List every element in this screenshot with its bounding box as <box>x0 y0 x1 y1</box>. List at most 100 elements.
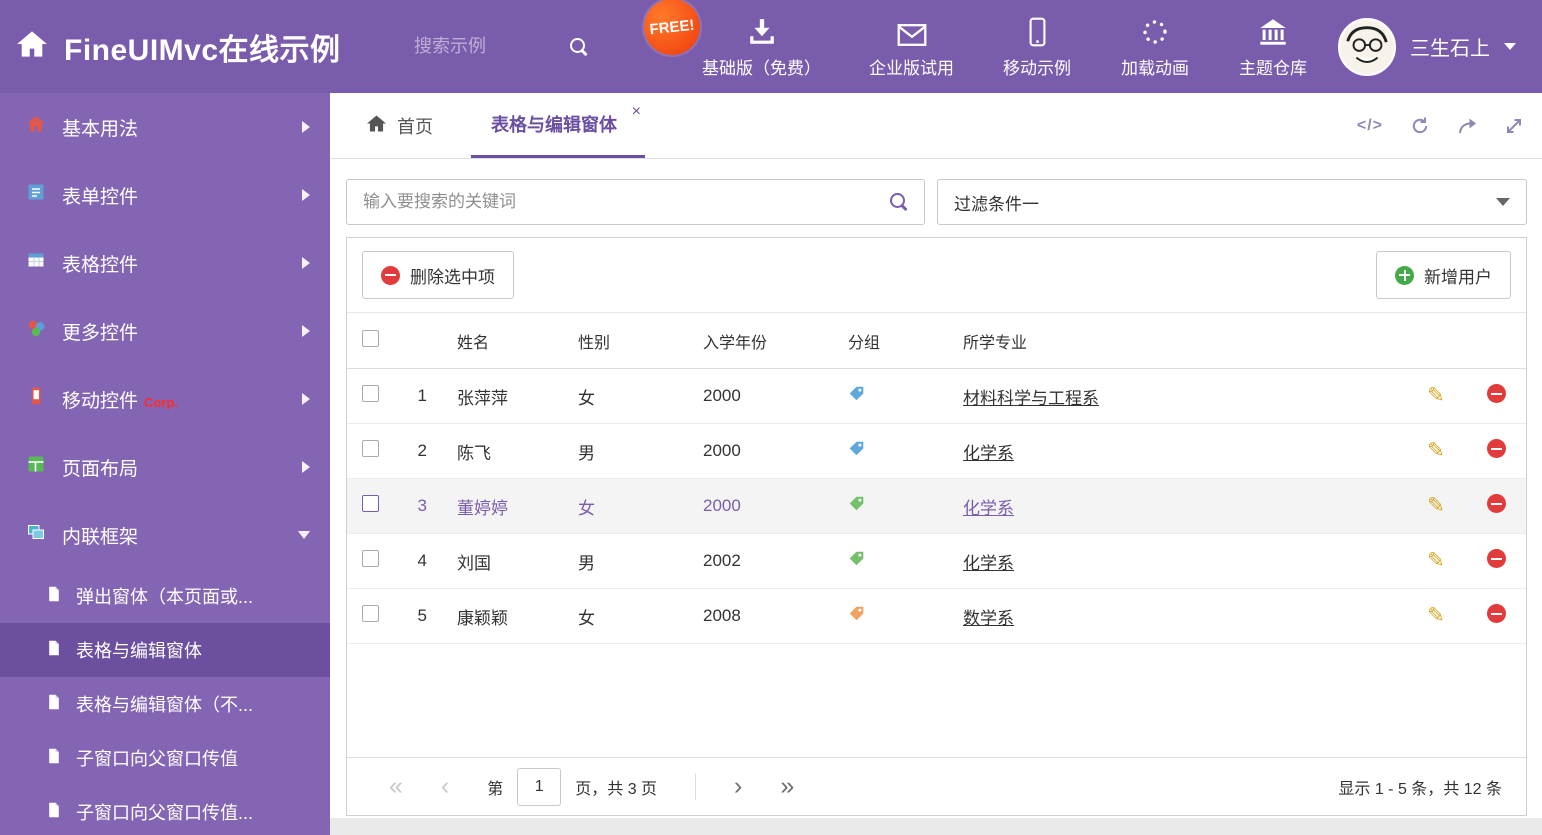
file-icon <box>46 586 62 607</box>
major-link[interactable]: 化学系 <box>963 444 1014 463</box>
sidebar-item-grid-controls[interactable]: 表格控件 <box>0 229 330 297</box>
expand-icon[interactable] <box>1504 116 1524 136</box>
last-page-button[interactable]: » <box>780 774 794 799</box>
filter-dropdown[interactable]: 过滤条件一 <box>937 179 1527 225</box>
menu-mobile-demo[interactable]: 移动示例 <box>1002 15 1072 79</box>
search-icon[interactable] <box>889 192 909 212</box>
close-icon[interactable] <box>632 104 641 120</box>
tab-grid-edit-window[interactable]: 表格与编辑窗体 <box>471 93 645 158</box>
sidebar-item-more-controls[interactable]: 更多控件 <box>0 297 330 365</box>
chevron-right-icon <box>302 121 310 133</box>
avatar[interactable] <box>1338 17 1396 76</box>
menu-label: 企业版试用 <box>869 58 954 78</box>
search-icon[interactable] <box>569 37 589 57</box>
file-icon <box>46 640 62 661</box>
select-all-checkbox[interactable] <box>361 329 379 347</box>
sidebar-item-page-layout[interactable]: 页面布局 <box>0 433 330 501</box>
edit-icon[interactable] <box>1427 384 1445 407</box>
delete-icon[interactable] <box>1486 549 1506 568</box>
row-number: 1 <box>417 386 427 405</box>
delete-icon[interactable] <box>1486 494 1506 513</box>
major-link[interactable]: 化学系 <box>963 554 1014 573</box>
page-number-input[interactable] <box>517 767 562 806</box>
table-row: 4 刘国 男 2002 化学系 <box>347 534 1526 589</box>
brand[interactable]: FineUIMvc在线示例 <box>0 25 414 69</box>
file-icon <box>46 748 62 769</box>
edit-icon[interactable] <box>1427 439 1445 462</box>
column-header-name[interactable]: 姓名 <box>433 329 578 353</box>
edit-icon[interactable] <box>1427 494 1445 517</box>
grid-panel: 删除选中项 新增用户 姓名 性别 入学年份 分组 所学专业 1 张萍萍 女 20… <box>346 237 1527 816</box>
tag-icon <box>848 605 865 627</box>
app-title: FineUIMvc在线示例 <box>64 33 341 67</box>
tab-home[interactable]: 首页 <box>362 93 437 158</box>
cell-name: 康颖颖 <box>457 608 508 628</box>
home-icon <box>26 114 46 140</box>
sidebar-item-form-controls[interactable]: 表单控件 <box>0 161 330 229</box>
first-page-button[interactable]: « <box>389 774 403 799</box>
prev-page-button[interactable]: ‹ <box>441 774 449 799</box>
delete-icon[interactable] <box>1486 384 1506 403</box>
bottom-strip <box>330 818 1542 835</box>
row-number: 5 <box>417 606 427 625</box>
delete-selected-button[interactable]: 删除选中项 <box>362 251 514 299</box>
menu-label: 移动示例 <box>1003 58 1071 78</box>
sidebar-subitem-child-to-parent-2[interactable]: 子窗口向父窗口传值... <box>0 785 330 835</box>
page-label-prefix: 第 <box>487 780 504 798</box>
sidebar-item-basic-usage[interactable]: 基本用法 <box>0 93 330 161</box>
column-header-year[interactable]: 入学年份 <box>703 329 848 353</box>
edit-icon[interactable] <box>1427 604 1445 627</box>
tag-icon <box>848 440 865 462</box>
row-checkbox[interactable] <box>361 385 379 402</box>
header-search-input[interactable] <box>414 36 569 57</box>
chevron-right-icon <box>302 461 310 473</box>
menu-enterprise-trial[interactable]: 企业版试用 <box>869 15 954 79</box>
sidebar-item-mobile-controls[interactable]: 移动控件 Corp. <box>0 365 330 433</box>
row-checkbox[interactable] <box>361 440 379 457</box>
user-menu[interactable]: 三生石上 <box>1338 17 1542 76</box>
code-icon[interactable] <box>1357 117 1383 135</box>
column-header-group[interactable]: 分组 <box>848 329 963 353</box>
mobile-icon <box>1029 15 1046 47</box>
add-user-button[interactable]: 新增用户 <box>1376 251 1511 299</box>
cell-gender: 女 <box>578 498 595 518</box>
row-checkbox[interactable] <box>361 495 379 512</box>
share-icon[interactable] <box>1457 116 1477 136</box>
form-icon <box>26 182 46 208</box>
column-header-gender[interactable]: 性别 <box>578 329 703 353</box>
sidebar-subitem-popup-window[interactable]: 弹出窗体（本页面或... <box>0 569 330 623</box>
major-link[interactable]: 材料科学与工程系 <box>963 389 1099 408</box>
delete-icon[interactable] <box>1486 439 1506 458</box>
next-page-button[interactable]: › <box>734 774 742 799</box>
minus-circle-icon <box>381 265 400 285</box>
row-checkbox[interactable] <box>361 605 379 622</box>
major-link[interactable]: 化学系 <box>963 499 1014 518</box>
keyword-search-input[interactable] <box>347 180 924 224</box>
menu-basic-edition[interactable]: FREE! 基础版（免费） <box>641 0 821 79</box>
edit-icon[interactable] <box>1427 549 1445 572</box>
delete-icon[interactable] <box>1486 604 1506 623</box>
sidebar: 基本用法 表单控件 表格控件 更多控件 移动控件 Corp. 页面布局 内联框架… <box>0 93 330 835</box>
chevron-down-icon <box>1504 43 1516 50</box>
sidebar-subitem-grid-edit-window[interactable]: 表格与编辑窗体 <box>0 623 330 677</box>
row-checkbox[interactable] <box>361 550 379 567</box>
cell-year: 2008 <box>703 606 741 625</box>
column-header-major[interactable]: 所学专业 <box>963 329 1406 353</box>
refresh-icon[interactable] <box>1410 116 1430 136</box>
table-row: 1 张萍萍 女 2000 材料科学与工程系 <box>347 369 1526 424</box>
cell-year: 2000 <box>703 496 741 515</box>
table-icon <box>26 250 46 276</box>
menu-label: 基础版（免费） <box>702 58 821 78</box>
sidebar-subitem-child-to-parent[interactable]: 子窗口向父窗口传值 <box>0 731 330 785</box>
header-search[interactable] <box>414 36 644 57</box>
menu-theme-repo[interactable]: 主题仓库 <box>1238 15 1308 79</box>
tag-icon <box>848 385 865 407</box>
menu-loading-animation[interactable]: 加载动画 <box>1120 15 1190 79</box>
tag-icon <box>848 495 865 517</box>
major-link[interactable]: 数学系 <box>963 609 1014 628</box>
main-content: 首页 表格与编辑窗体 × </> 输入要搜索的关键词 过滤条件一 删除选中项 新… <box>330 93 1542 835</box>
row-number: 2 <box>417 441 427 460</box>
sidebar-subitem-grid-edit-window-2[interactable]: 表格与编辑窗体（不... <box>0 677 330 731</box>
keyword-search-box[interactable] <box>346 179 925 225</box>
sidebar-item-iframe[interactable]: 内联框架 <box>0 501 330 569</box>
